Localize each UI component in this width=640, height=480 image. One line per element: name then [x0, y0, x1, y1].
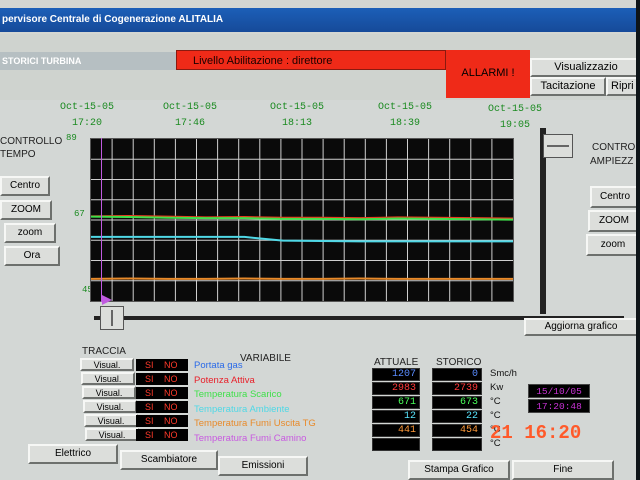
storico-value: [432, 438, 482, 451]
time-cursor-line: [101, 138, 102, 302]
section-label: STORICI TURBINA: [0, 52, 180, 70]
no-option[interactable]: NO: [164, 429, 178, 441]
elettrico-button[interactable]: Elettrico: [28, 444, 118, 464]
amplitude-control-title: CONTRO: [592, 142, 636, 153]
time-zoom-out-button[interactable]: zoom: [4, 223, 56, 243]
attuale-value: 2983: [372, 382, 420, 395]
amplitude-slider-handle[interactable]: [543, 134, 573, 158]
slider-grip: [547, 145, 569, 147]
window-title: pervisore Centrale di Cogenerazione ALIT…: [0, 8, 640, 32]
unit-label: Smc/h: [490, 368, 517, 379]
attuale-value: 441: [372, 424, 420, 437]
time-control-title: TEMPO: [0, 149, 36, 160]
unit-label: °C: [490, 396, 501, 407]
variable-name: Temperatura Ambiente: [194, 403, 290, 415]
si-no-toggle[interactable]: SI NO: [136, 429, 188, 441]
visualizzazione-button[interactable]: Visualizzazio: [530, 58, 640, 77]
visual-toggle-button[interactable]: Visual.: [80, 358, 134, 371]
time-centro-button[interactable]: Centro: [0, 176, 50, 196]
time-slider-handle[interactable]: [100, 306, 124, 330]
ripristino-button[interactable]: Ripri: [606, 77, 640, 96]
scambiatore-button[interactable]: Scambiatore: [120, 450, 218, 470]
si-option[interactable]: SI: [145, 415, 154, 427]
slider-grip: [111, 310, 113, 326]
visual-toggle-button[interactable]: Visual.: [84, 414, 138, 427]
time-label-date: Oct-15-05: [269, 102, 324, 113]
time-ora-button[interactable]: Ora: [4, 246, 60, 266]
si-option[interactable]: SI: [145, 401, 154, 413]
variable-name: Temperatura Fumi Uscita TG: [194, 418, 316, 430]
no-option[interactable]: NO: [164, 415, 178, 427]
no-option[interactable]: NO: [164, 401, 178, 413]
time-label-time: 18:13: [281, 118, 312, 129]
si-option[interactable]: SI: [145, 359, 154, 371]
no-option[interactable]: NO: [164, 373, 178, 385]
visual-toggle-button[interactable]: Visual.: [83, 400, 137, 413]
storico-value: 0: [432, 368, 482, 381]
unit-label: Kw: [490, 382, 504, 393]
si-no-toggle[interactable]: SI NO: [136, 387, 188, 399]
si-option[interactable]: SI: [145, 373, 154, 385]
trend-chart-plot: [91, 139, 513, 301]
emissioni-button[interactable]: Emissioni: [218, 456, 308, 476]
time-label-time: 17:46: [174, 118, 205, 129]
amplitude-control-title: AMPIEZZ: [590, 156, 634, 167]
time-label-date: Oct-15-05: [162, 102, 217, 113]
no-option[interactable]: NO: [164, 387, 178, 399]
visual-toggle-button[interactable]: Visual.: [81, 372, 135, 385]
si-option[interactable]: SI: [145, 387, 154, 399]
time-cursor-marker[interactable]: [102, 295, 114, 305]
time-label-time: 17:20: [71, 118, 102, 129]
time-control-title: CONTROLLO: [0, 136, 63, 147]
amp-zoom-out-button[interactable]: zoom: [586, 234, 640, 256]
attuale-value: 671: [372, 396, 420, 409]
amp-centro-button[interactable]: Centro: [590, 186, 640, 208]
amp-zoom-in-button[interactable]: ZOOM: [588, 210, 640, 232]
y-tick-label: 67: [74, 209, 85, 219]
si-no-toggle[interactable]: SI NO: [136, 415, 188, 427]
storico-value: 2739: [432, 382, 482, 395]
si-no-toggle[interactable]: SI NO: [136, 401, 188, 413]
time-label-date: Oct-15-05: [377, 102, 432, 113]
storico-value: 22: [432, 410, 482, 423]
time-label-time: 18:39: [389, 118, 420, 129]
unit-label: °C: [490, 410, 501, 421]
storico-value: 454: [432, 424, 482, 437]
no-option[interactable]: NO: [164, 359, 178, 371]
time-label-date: Oct-15-05: [59, 102, 114, 113]
attuale-header: ATTUALE: [374, 357, 419, 368]
attuale-value: [372, 438, 420, 451]
visual-toggle-button[interactable]: Visual.: [82, 386, 136, 399]
time-zoom-in-button[interactable]: ZOOM: [0, 200, 52, 220]
screen: pervisore Centrale di Cogenerazione ALIT…: [0, 0, 640, 480]
storico-header: STORICO: [436, 357, 482, 368]
stampa-grafico-button[interactable]: Stampa Grafico: [408, 460, 510, 480]
visual-toggle-button[interactable]: Visual.: [85, 428, 139, 441]
cursor-time: 17:20:48: [528, 399, 590, 413]
variable-name: Temperatura Fumi Camino: [194, 433, 307, 444]
storico-value: 673: [432, 396, 482, 409]
authorization-level: Livello Abilitazione : direttore: [176, 50, 446, 70]
si-no-toggle[interactable]: SI NO: [136, 359, 188, 371]
variable-name: Portata gas: [194, 360, 243, 371]
aggiorna-grafico-button[interactable]: Aggiorna grafico: [524, 318, 638, 336]
attuale-value: 12: [372, 410, 420, 423]
variable-name: Potenza Attiva: [194, 374, 255, 386]
tacitazione-button[interactable]: Tacitazione: [530, 77, 606, 96]
trend-chart: [90, 138, 514, 302]
fine-button[interactable]: Fine: [512, 460, 614, 480]
monitor-bezel: [636, 0, 640, 480]
variabile-header: VARIABILE: [240, 353, 291, 364]
alarms-button[interactable]: ALLARMI !: [446, 50, 530, 98]
attuale-value: 1207: [372, 368, 420, 381]
y-tick-label: 89: [66, 133, 77, 143]
time-label-date: Oct-15-05: [487, 104, 542, 115]
si-option[interactable]: SI: [145, 429, 154, 441]
variable-name: Temperatura Scarico: [194, 389, 282, 401]
cursor-date: 15/10/05: [528, 384, 590, 398]
si-no-toggle[interactable]: SI NO: [136, 373, 188, 385]
camera-date-stamp: 21 16:20: [490, 422, 582, 444]
traccia-header: TRACCIA: [82, 346, 126, 357]
